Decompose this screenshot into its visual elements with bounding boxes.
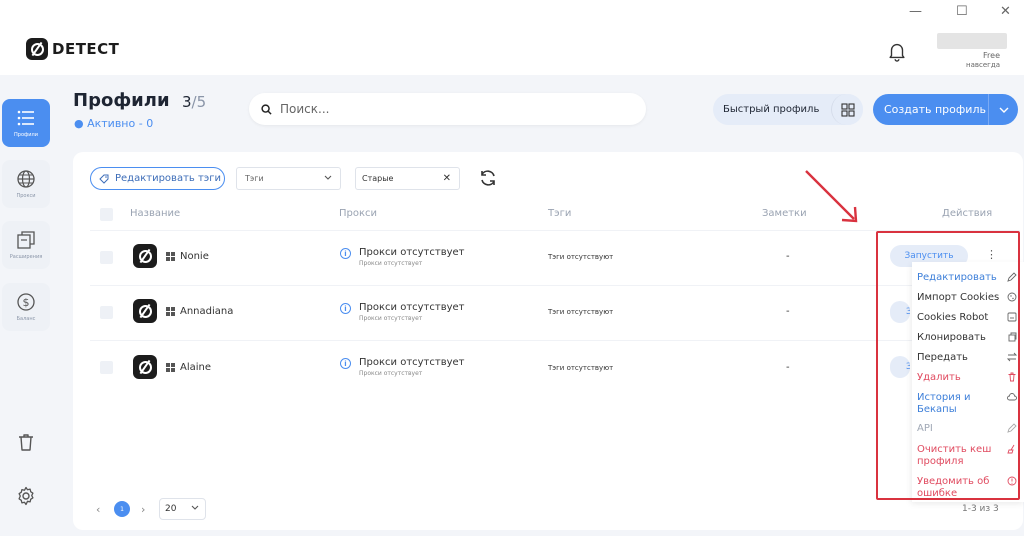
notes-value: - xyxy=(786,251,790,262)
sidebar-item-label: Профили xyxy=(14,132,38,138)
svg-text:$: $ xyxy=(23,296,30,309)
sort-select[interactable]: Старые ✕ xyxy=(355,167,460,190)
grid-view-button[interactable] xyxy=(831,94,863,125)
tags-filter-select[interactable]: Тэги xyxy=(236,167,341,190)
windows-icon xyxy=(166,252,175,261)
bell-icon[interactable] xyxy=(886,40,908,62)
profile-count: 3/5 xyxy=(182,93,206,111)
page-size-select[interactable]: 20 xyxy=(159,498,206,520)
sidebar-item-profiles[interactable]: Профили xyxy=(2,99,50,147)
search-input[interactable] xyxy=(280,102,620,116)
notes-value: - xyxy=(786,306,790,317)
sidebar-item-extensions[interactable]: Расширения xyxy=(2,221,50,269)
next-page-button[interactable]: › xyxy=(141,503,145,516)
annotation-highlight-box xyxy=(876,231,1020,500)
info-icon: i xyxy=(340,303,351,314)
tag-icon xyxy=(99,174,109,184)
profile-icon xyxy=(133,299,157,323)
gear-icon[interactable] xyxy=(16,486,36,506)
column-header-actions: Действия xyxy=(942,208,993,219)
column-header-name[interactable]: Название xyxy=(130,208,180,219)
profile-name[interactable]: Nonie xyxy=(180,251,209,262)
prev-page-button[interactable]: ‹ xyxy=(96,503,100,516)
chevron-down-icon xyxy=(324,175,332,180)
proxy-sub: Прокси отсутствует xyxy=(359,370,423,377)
chevron-down-icon xyxy=(999,107,1008,113)
row-checkbox[interactable] xyxy=(100,251,113,264)
count-current: 3 xyxy=(182,93,192,111)
active-status: ● Активно - 0 xyxy=(74,117,154,130)
create-profile-label: Создать профиль xyxy=(884,103,986,116)
maximize-button[interactable]: ☐ xyxy=(956,4,968,19)
tags-value: Тэги отсутствуют xyxy=(548,253,614,261)
results-range: 1-3 из 3 xyxy=(962,504,999,514)
close-window-button[interactable]: ✕ xyxy=(1000,4,1011,19)
list-icon xyxy=(17,110,34,126)
dollar-icon: $ xyxy=(17,293,35,311)
minimize-button[interactable]: — xyxy=(909,4,922,19)
proxy-status: Прокси отсутствует xyxy=(359,247,465,258)
row-checkbox[interactable] xyxy=(100,306,113,319)
sidebar-item-label: Расширения xyxy=(9,254,43,260)
info-icon: i xyxy=(340,358,351,369)
sidebar-item-label: Прокси xyxy=(16,193,36,199)
proxy-status: Прокси отсутствует xyxy=(359,302,465,313)
select-all-checkbox[interactable] xyxy=(100,208,113,221)
proxy-sub: Прокси отсутствует xyxy=(359,260,423,267)
refresh-icon[interactable] xyxy=(478,168,498,188)
app-logo: DETECT xyxy=(26,38,119,60)
sidebar-item-proxy[interactable]: Прокси xyxy=(2,160,50,208)
plan-name: Free xyxy=(983,51,1000,60)
windows-icon xyxy=(166,363,175,372)
quick-profile-button[interactable]: Быстрый профиль xyxy=(713,94,863,125)
edit-tags-label: Редактировать тэги xyxy=(115,173,222,184)
edit-tags-button[interactable]: Редактировать тэги xyxy=(90,167,225,190)
proxy-sub: Прокси отсутствует xyxy=(359,315,423,322)
tags-value: Тэги отсутствуют xyxy=(548,308,614,316)
page-title: Профили xyxy=(73,90,170,111)
profile-icon xyxy=(133,355,157,379)
profile-name[interactable]: Alaine xyxy=(180,362,211,373)
sort-value: Старые xyxy=(362,174,394,183)
chevron-down-icon xyxy=(191,505,199,510)
quick-profile-label: Быстрый профиль xyxy=(723,104,820,115)
annotation-arrow-icon xyxy=(805,170,858,223)
plan-term: навсегда xyxy=(966,61,1000,69)
proxy-status: Прокси отсутствует xyxy=(359,357,465,368)
globe-icon xyxy=(17,170,35,188)
profile-icon xyxy=(133,244,157,268)
count-max: /5 xyxy=(191,93,207,111)
row-checkbox[interactable] xyxy=(100,361,113,374)
create-profile-dropdown[interactable] xyxy=(988,94,1018,125)
sidebar-item-balance[interactable]: $ Баланс xyxy=(2,283,50,331)
info-icon: i xyxy=(340,248,351,259)
logo-text: DETECT xyxy=(52,40,120,58)
search-icon xyxy=(261,103,272,115)
profile-name[interactable]: Annadiana xyxy=(180,306,233,317)
sidebar-item-label: Баланс xyxy=(16,316,36,322)
search-bar[interactable] xyxy=(249,93,646,125)
trash-icon[interactable] xyxy=(16,432,36,452)
user-name-placeholder[interactable] xyxy=(937,33,1007,49)
tags-filter-placeholder: Тэги xyxy=(245,174,264,183)
notes-value: - xyxy=(786,362,790,373)
page-size-value: 20 xyxy=(165,504,177,514)
extensions-icon xyxy=(17,231,35,249)
grid-icon xyxy=(840,102,855,117)
current-page[interactable]: 1 xyxy=(114,501,130,517)
column-header-proxy: Прокси xyxy=(339,208,378,219)
column-header-tags: Тэги xyxy=(548,208,572,219)
clear-sort-icon[interactable]: ✕ xyxy=(443,173,451,184)
create-profile-button[interactable]: Создать профиль xyxy=(873,94,1018,125)
logo-icon xyxy=(26,38,48,60)
tags-value: Тэги отсутствуют xyxy=(548,364,614,372)
windows-icon xyxy=(166,307,175,316)
